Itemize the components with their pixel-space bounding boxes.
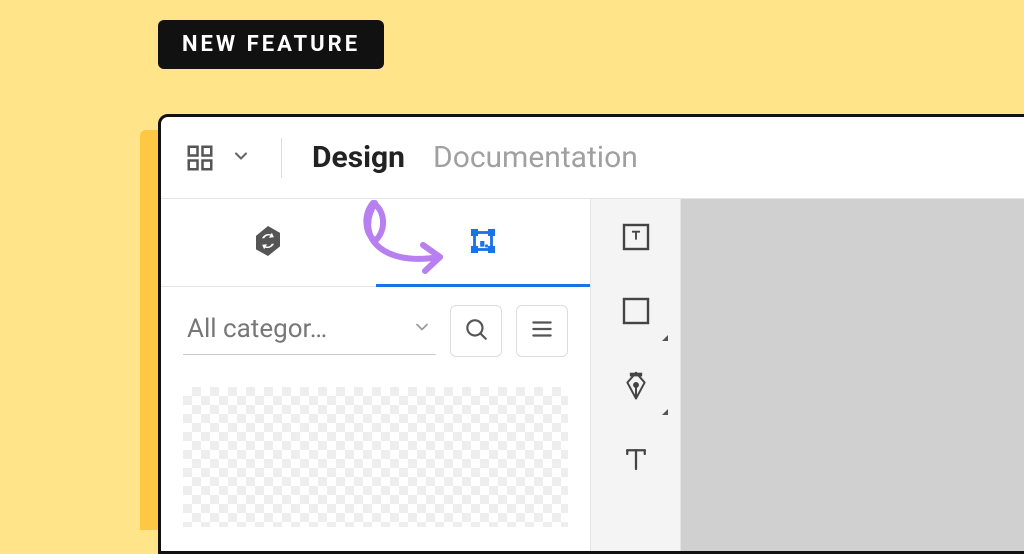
body: All categor… [161,199,1024,551]
category-dropdown[interactable]: All categor… [183,308,436,355]
tool-pen[interactable] [612,363,660,411]
pen-nib-icon [621,369,651,405]
badge-label: NEW FEATURE [182,32,360,57]
divider [281,138,282,178]
search-button[interactable] [450,305,502,357]
chevron-down-icon [412,314,432,344]
tab-design[interactable]: Design [312,140,405,175]
panel-tab-components[interactable] [376,199,591,286]
transparent-thumbnail[interactable] [183,387,568,527]
search-icon [463,316,489,346]
text-frame-icon [620,221,652,257]
dropdown-label: All categor… [187,314,327,344]
submenu-indicator-icon [662,409,668,415]
left-panel: All categor… [161,199,591,551]
panel-tab-library[interactable] [161,199,376,286]
tool-text[interactable] [612,437,660,485]
top-bar: Design Documentation [161,117,1024,199]
hexagon-sync-icon [250,223,286,263]
app-window: Design Documentation [158,114,1024,554]
panel-tabs [161,199,590,287]
list-icon [529,316,555,346]
tab-documentation[interactable]: Documentation [433,140,638,175]
new-feature-badge: NEW FEATURE [158,20,384,69]
tool-rectangle[interactable] [612,289,660,337]
submenu-indicator-icon [662,335,668,341]
apps-grid-icon[interactable] [185,143,215,173]
tab-label: Documentation [433,140,638,175]
frame-select-icon [466,224,500,262]
rectangle-icon [620,295,652,331]
list-view-button[interactable] [516,305,568,357]
tab-label: Design [312,140,405,175]
text-icon [621,444,651,478]
chevron-down-icon[interactable] [231,146,251,170]
primary-tabs: Design Documentation [312,140,638,175]
tool-text-frame[interactable] [612,215,660,263]
canvas[interactable] [681,199,1024,551]
filter-row: All categor… [161,287,590,375]
tool-rail [591,199,681,551]
